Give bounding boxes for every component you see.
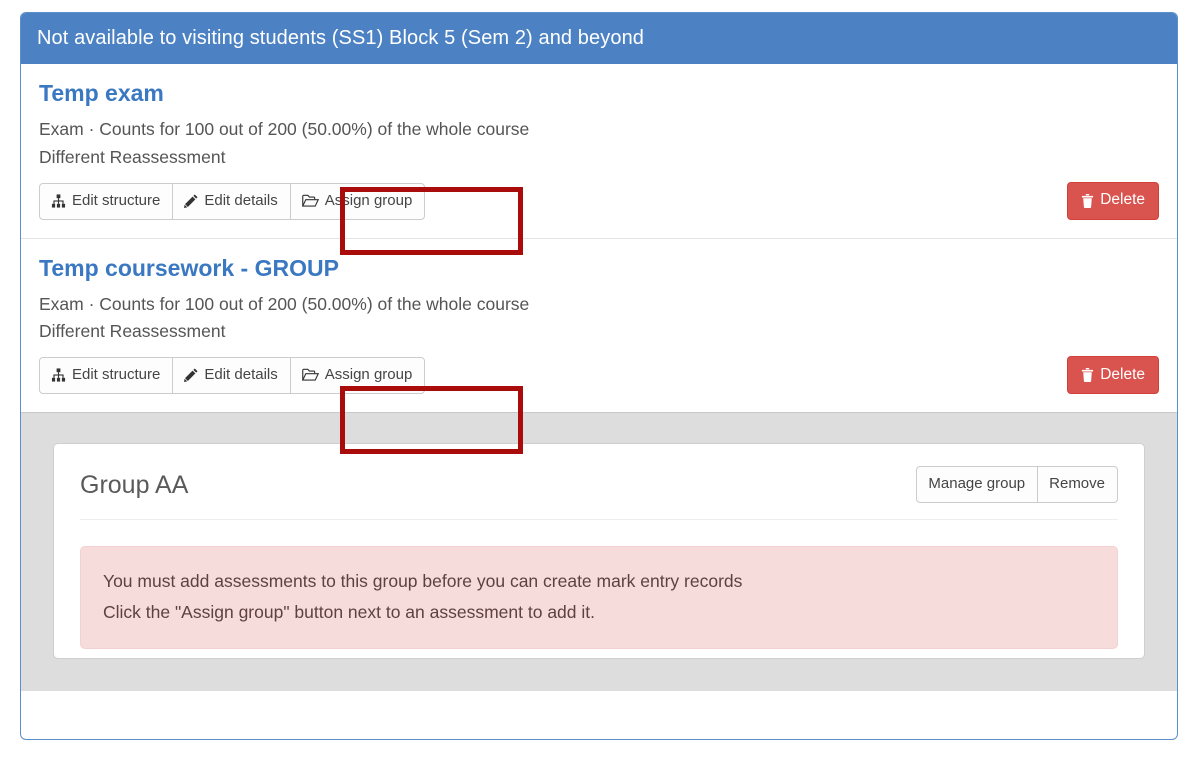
- group-card-header: Group AA Manage group Remove: [80, 466, 1118, 520]
- edit-details-label: Edit details: [204, 366, 277, 384]
- edit-structure-label: Edit structure: [72, 366, 160, 384]
- page-title: Not available to visiting students (SS1)…: [37, 26, 644, 50]
- assessment-actions: Edit structure Edit details: [39, 357, 425, 394]
- remove-group-label: Remove: [1049, 475, 1105, 493]
- group-name: Group AA: [80, 466, 188, 501]
- assign-group-button[interactable]: Assign group: [290, 183, 426, 220]
- edit-structure-label: Edit structure: [72, 192, 160, 210]
- trash-icon: [1081, 368, 1094, 382]
- group-empty-alert: You must add assessments to this group b…: [80, 546, 1118, 648]
- pencil-icon: [184, 194, 198, 208]
- edit-structure-button[interactable]: Edit structure: [39, 357, 173, 394]
- assessments-panel: Not available to visiting students (SS1)…: [20, 12, 1178, 740]
- assign-group-label: Assign group: [325, 192, 413, 210]
- delete-button-wrapper: Delete: [1067, 356, 1159, 394]
- assessment-meta: Exam · Counts for 100 out of 200 (50.00%…: [39, 291, 1159, 345]
- assessment-weighting-text: Exam · Counts for 100 out of 200 (50.00%…: [39, 116, 1159, 143]
- assessment-row: Temp exam Exam · Counts for 100 out of 2…: [21, 64, 1177, 238]
- remove-group-button[interactable]: Remove: [1037, 466, 1118, 503]
- edit-structure-button[interactable]: Edit structure: [39, 183, 173, 220]
- delete-label: Delete: [1100, 191, 1145, 210]
- edit-details-button[interactable]: Edit details: [172, 357, 290, 394]
- manage-group-button[interactable]: Manage group: [916, 466, 1038, 503]
- delete-label: Delete: [1100, 366, 1145, 385]
- assessment-title: Temp exam: [39, 80, 1159, 106]
- assessment-title: Temp coursework - GROUP: [39, 255, 1159, 281]
- delete-assessment-button[interactable]: Delete: [1067, 356, 1159, 394]
- edit-details-label: Edit details: [204, 192, 277, 210]
- group-actions: Manage group Remove: [916, 466, 1118, 503]
- open-folder-icon: [302, 368, 319, 382]
- edit-details-button[interactable]: Edit details: [172, 183, 290, 220]
- assessment-reassessment-text: Different Reassessment: [39, 318, 1159, 345]
- group-footer-region: Group AA Manage group Remove You must ad…: [21, 412, 1177, 691]
- alert-primary-text: You must add assessments to this group b…: [103, 566, 1095, 597]
- group-card: Group AA Manage group Remove You must ad…: [53, 443, 1145, 659]
- delete-assessment-button[interactable]: Delete: [1067, 182, 1159, 220]
- sitemap-icon: [51, 194, 66, 208]
- assign-group-button[interactable]: Assign group: [290, 357, 426, 394]
- assessment-row: Temp coursework - GROUP Exam · Counts fo…: [21, 238, 1177, 413]
- assessment-weighting-text: Exam · Counts for 100 out of 200 (50.00%…: [39, 291, 1159, 318]
- assign-group-label: Assign group: [325, 366, 413, 384]
- pencil-icon: [184, 368, 198, 382]
- assessment-actions: Edit structure Edit details: [39, 183, 425, 220]
- trash-icon: [1081, 194, 1094, 208]
- panel-header: Not available to visiting students (SS1)…: [21, 13, 1177, 64]
- assessment-list: Temp exam Exam · Counts for 100 out of 2…: [21, 64, 1177, 412]
- assessment-reassessment-text: Different Reassessment: [39, 144, 1159, 171]
- assessment-meta: Exam · Counts for 100 out of 200 (50.00%…: [39, 116, 1159, 170]
- sitemap-icon: [51, 368, 66, 382]
- delete-button-wrapper: Delete: [1067, 182, 1159, 220]
- open-folder-icon: [302, 194, 319, 208]
- screenshot-root: Not available to visiting students (SS1)…: [0, 0, 1200, 761]
- alert-secondary-text: Click the "Assign group" button next to …: [103, 597, 1095, 628]
- manage-group-label: Manage group: [928, 475, 1025, 493]
